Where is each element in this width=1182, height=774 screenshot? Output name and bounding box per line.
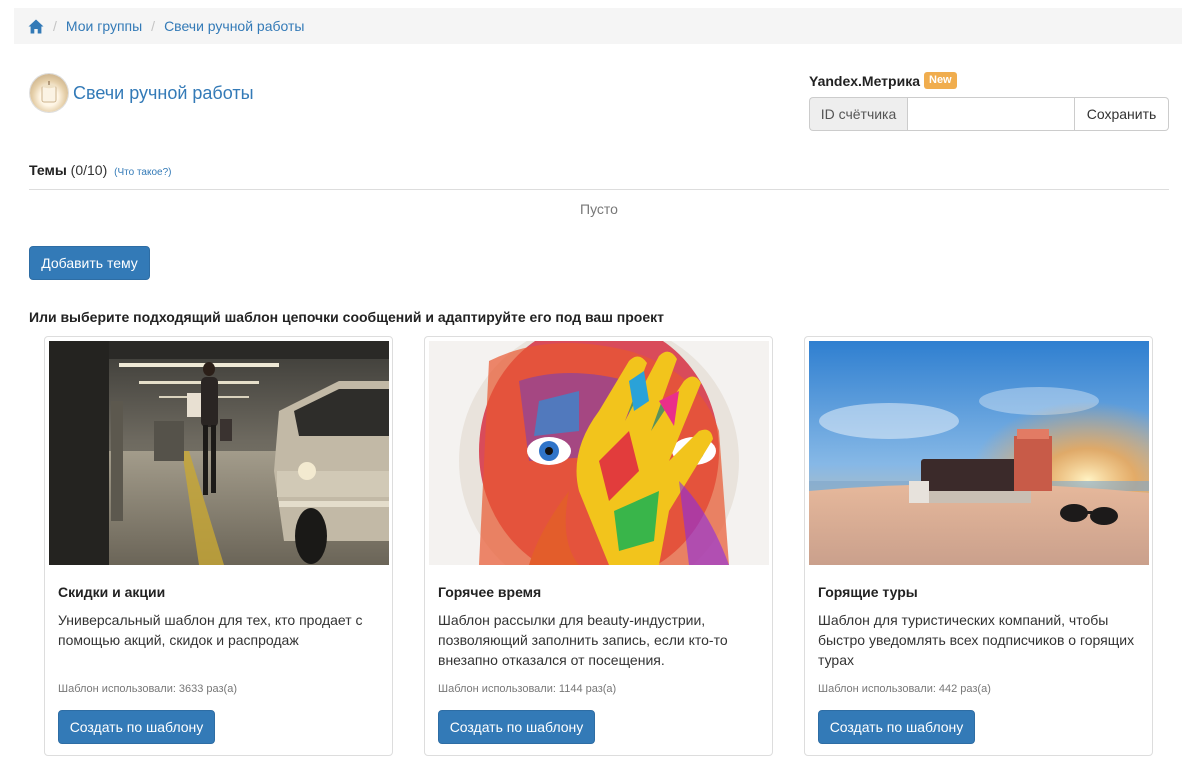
empty-state-text: Пусто bbox=[580, 201, 618, 217]
create-from-template-button[interactable]: Создать по шаблону bbox=[438, 710, 595, 744]
metrika-input-group: ID счётчика Сохранить bbox=[809, 97, 1169, 131]
group-avatar[interactable] bbox=[30, 74, 68, 112]
breadcrumb-group-link[interactable]: Свечи ручной работы bbox=[164, 18, 304, 34]
card-usage: Шаблон использовали: 3633 раз(а) bbox=[58, 683, 237, 695]
metrika-panel: Yandex.Метрика New ID счётчика Сохранить bbox=[809, 72, 1169, 131]
usage-count: 3633 bbox=[178, 683, 204, 695]
divider bbox=[29, 189, 1169, 190]
card-description: Универсальный шаблон для тех, кто продае… bbox=[58, 612, 363, 648]
painted-face-photo bbox=[429, 341, 769, 565]
usage-prefix: Шаблон использовали: bbox=[58, 683, 176, 695]
breadcrumb: / Мои группы / Свечи ручной работы bbox=[14, 8, 1182, 44]
home-icon[interactable] bbox=[28, 19, 44, 34]
counter-id-addon: ID счётчика bbox=[809, 97, 907, 131]
card-description: Шаблон рассылки для beauty-индустрии, по… bbox=[438, 612, 728, 668]
what-is-it-link[interactable]: (Что такое?) bbox=[114, 167, 171, 178]
templates-heading: Или выберите подходящий шаблон цепочки с… bbox=[29, 309, 664, 325]
metrika-title-text: Yandex.Метрика bbox=[809, 72, 920, 89]
topics-header: Темы (0/10) (Что такое?) bbox=[29, 162, 171, 178]
template-card: Горячее время Шаблон рассылки для beauty… bbox=[424, 336, 773, 756]
usage-suffix: раз(а) bbox=[585, 683, 617, 695]
new-badge: New bbox=[924, 72, 957, 89]
card-description: Шаблон для туристических компаний, чтобы… bbox=[818, 612, 1135, 668]
topics-count: (0/10) bbox=[70, 162, 108, 178]
parking-shopping-photo bbox=[49, 341, 389, 565]
card-title: Скидки и акции bbox=[58, 584, 166, 600]
usage-suffix: раз(а) bbox=[206, 683, 238, 695]
save-button[interactable]: Сохранить bbox=[1075, 97, 1169, 131]
card-title: Горячее время bbox=[438, 584, 542, 600]
usage-count: 442 bbox=[938, 683, 958, 695]
create-from-template-button[interactable]: Создать по шаблону bbox=[58, 710, 215, 744]
card-title: Горящие туры bbox=[818, 584, 918, 600]
breadcrumb-my-groups-link[interactable]: Мои группы bbox=[66, 18, 142, 34]
counter-id-input[interactable] bbox=[907, 97, 1075, 131]
group-title-link[interactable]: Свечи ручной работы bbox=[73, 83, 254, 104]
metrika-title: Yandex.Метрика New bbox=[809, 72, 1169, 89]
usage-count: 1144 bbox=[558, 683, 583, 695]
card-usage: Шаблон использовали: 442 раз(а) bbox=[818, 683, 991, 695]
add-topic-button[interactable]: Добавить тему bbox=[29, 246, 150, 280]
usage-suffix: раз(а) bbox=[960, 683, 991, 695]
create-from-template-button[interactable]: Создать по шаблону bbox=[818, 710, 975, 744]
breadcrumb-separator: / bbox=[151, 18, 156, 34]
usage-prefix: Шаблон использовали: bbox=[818, 683, 936, 695]
template-card: Горящие туры Шаблон для туристических ко… bbox=[804, 336, 1153, 756]
group-header: Свечи ручной работы bbox=[30, 74, 254, 112]
usage-prefix: Шаблон использовали: bbox=[438, 683, 556, 695]
beach-sunset-photo bbox=[809, 341, 1149, 565]
topics-label: Темы bbox=[29, 162, 67, 178]
breadcrumb-separator: / bbox=[53, 18, 57, 34]
card-usage: Шаблон использовали: 1144 раз(а) bbox=[438, 683, 616, 695]
template-card: Скидки и акции Универсальный шаблон для … bbox=[44, 336, 393, 756]
